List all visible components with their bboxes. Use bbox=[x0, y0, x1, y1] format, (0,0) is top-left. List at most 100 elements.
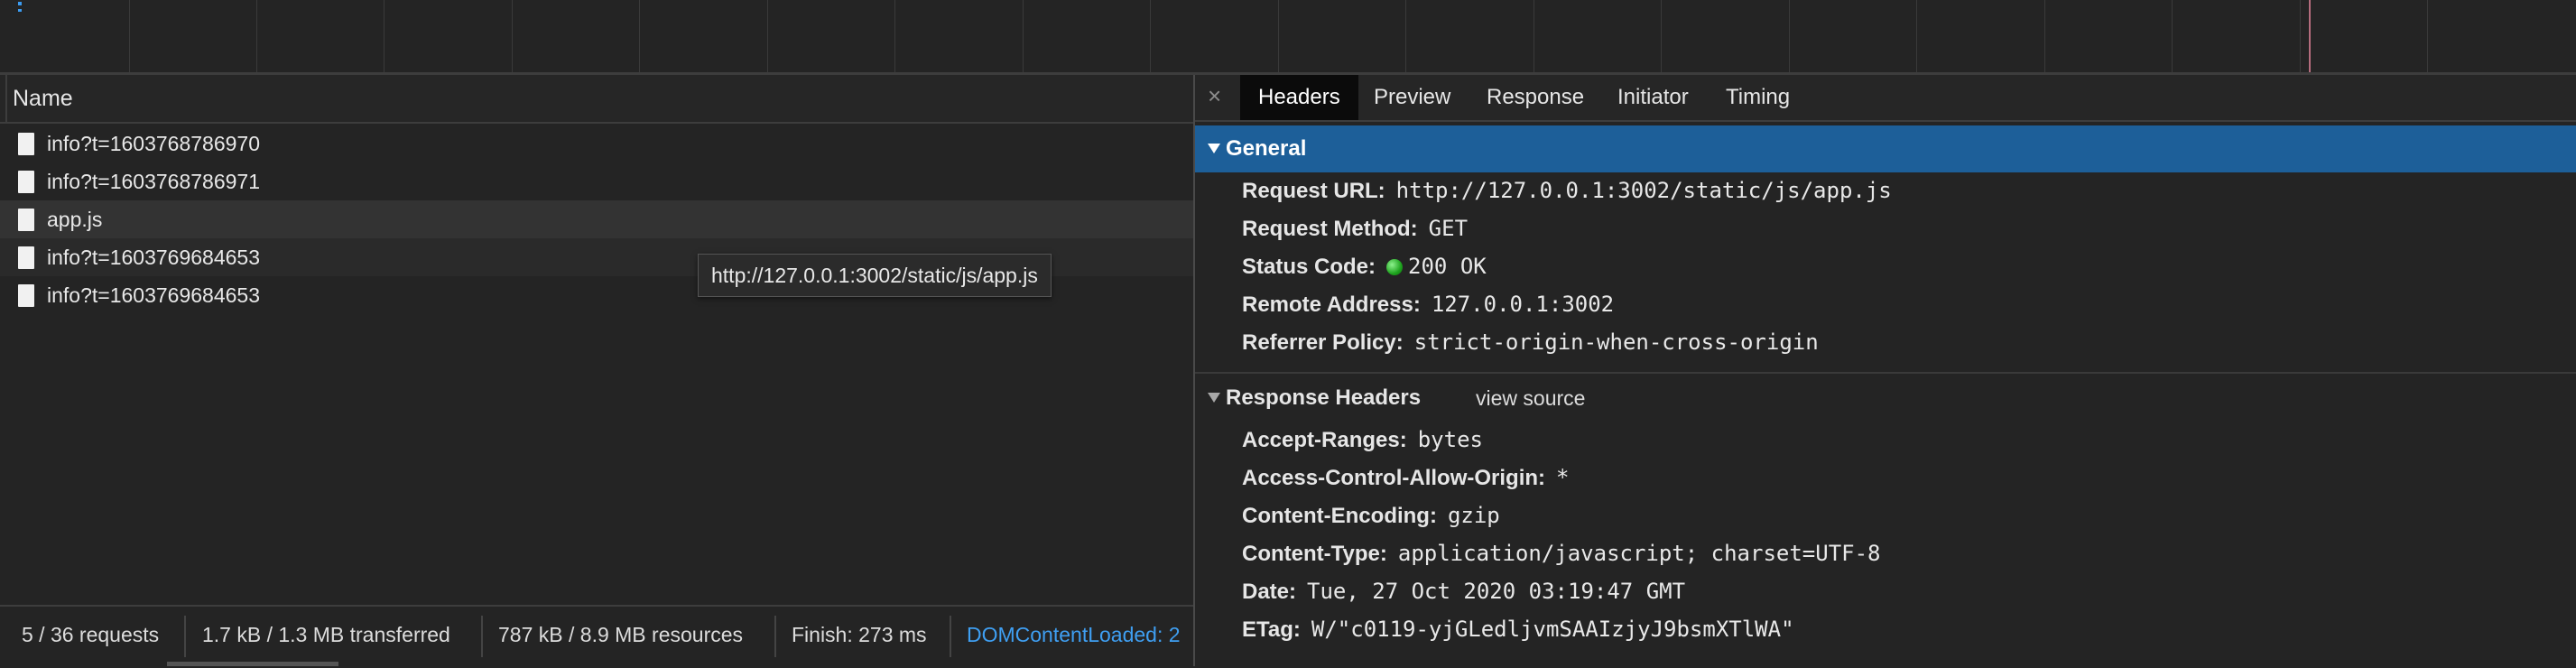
header-value: 127.0.0.1:3002 bbox=[1431, 292, 1615, 317]
header-value: application/javascript; charset=UTF-8 bbox=[1397, 541, 1881, 566]
tab-initiator[interactable]: Initiator bbox=[1617, 75, 1689, 120]
response-header-row: Content-Type: application/javascript; cha… bbox=[1242, 541, 1881, 577]
close-icon[interactable]: × bbox=[1208, 82, 1221, 110]
status-separator bbox=[774, 616, 776, 657]
header-key: Accept-Ranges: bbox=[1242, 428, 1407, 452]
request-name: info?t=1603768786971 bbox=[47, 170, 260, 193]
timeline-gridline bbox=[894, 0, 895, 72]
network-overview-timeline[interactable] bbox=[0, 0, 2576, 75]
section-divider bbox=[1195, 372, 2576, 374]
timeline-gridline bbox=[1023, 0, 1024, 72]
resources-size: 787 kB / 8.9 MB resources bbox=[498, 623, 744, 646]
header-key: Date: bbox=[1242, 580, 1297, 604]
tab-headers[interactable]: Headers bbox=[1240, 75, 1358, 120]
header-value: http://127.0.0.1:3002/static/js/app.js bbox=[1395, 178, 1892, 203]
timeline-gridline bbox=[2172, 0, 2173, 72]
header-key: Request Method: bbox=[1242, 217, 1418, 241]
timeline-gridline bbox=[2427, 0, 2428, 72]
timeline-gridline bbox=[767, 0, 768, 72]
transferred-size: 1.7 kB / 1.3 MB transferred bbox=[202, 623, 450, 646]
document-icon bbox=[18, 133, 34, 155]
timeline-gridline bbox=[256, 0, 257, 72]
document-icon bbox=[18, 246, 34, 269]
load-event-marker bbox=[2309, 0, 2311, 72]
header-row-referrer-policy: Referrer Policy: strict-origin-when-cross… bbox=[1242, 329, 1819, 366]
timeline-mark bbox=[18, 2, 22, 5]
timeline-gridline bbox=[639, 0, 640, 72]
header-key: Access-Control-Allow-Origin: bbox=[1242, 466, 1546, 490]
name-column-label: Name bbox=[13, 86, 73, 111]
name-column-header[interactable]: Name bbox=[0, 75, 1193, 124]
document-icon bbox=[18, 171, 34, 193]
request-row[interactable]: info?t=1603768786970 bbox=[0, 125, 1193, 162]
header-value: bytes bbox=[1417, 427, 1483, 452]
timeline-gridline bbox=[1150, 0, 1151, 72]
response-header-row: Access-Control-Allow-Origin: * bbox=[1242, 465, 1569, 501]
tab-preview[interactable]: Preview bbox=[1374, 75, 1450, 120]
request-count: 5 / 36 requests bbox=[22, 623, 160, 646]
timeline-gridline bbox=[2044, 0, 2045, 72]
triangle-down-icon bbox=[1208, 144, 1220, 153]
response-headers-section-header[interactable]: Response Headers view source bbox=[1195, 375, 2576, 422]
response-header-row: Accept-Ranges: bytes bbox=[1242, 427, 1483, 463]
request-name: info?t=1603768786970 bbox=[47, 132, 260, 155]
header-value: 200 OK bbox=[1408, 254, 1487, 279]
status-bar: 5 / 36 requests 1.7 kB / 1.3 MB transfer… bbox=[0, 605, 1193, 668]
timeline-gridline bbox=[2300, 0, 2301, 72]
document-icon bbox=[18, 209, 34, 231]
header-value: GET bbox=[1428, 216, 1469, 241]
response-header-row: ETag: W/"c0119-yjGLedljvmSAAIzjyJ9bsmXTlW… bbox=[1242, 617, 1794, 653]
tab-response[interactable]: Response bbox=[1487, 75, 1584, 120]
horizontal-scrollbar[interactable] bbox=[167, 662, 338, 666]
header-value: gzip bbox=[1447, 503, 1500, 528]
tab-timing[interactable]: Timing bbox=[1726, 75, 1790, 120]
request-row-selected[interactable]: app.js bbox=[0, 200, 1193, 238]
request-name: info?t=1603769684653 bbox=[47, 246, 260, 269]
header-row-request-url: Request URL: http://127.0.0.1:3002/static… bbox=[1242, 178, 1892, 214]
document-icon bbox=[18, 284, 34, 307]
header-key: ETag: bbox=[1242, 617, 1301, 642]
column-border bbox=[5, 75, 7, 122]
timeline-gridline bbox=[129, 0, 130, 72]
timeline-mark bbox=[18, 9, 22, 12]
header-key: Referrer Policy: bbox=[1242, 330, 1404, 355]
general-title: General bbox=[1226, 136, 1307, 161]
header-key: Content-Encoding: bbox=[1242, 504, 1437, 528]
details-tabbar: × Headers Preview Response Initiator Tim… bbox=[1195, 75, 2576, 122]
timeline-gridline bbox=[384, 0, 385, 72]
response-headers-title: Response Headers bbox=[1226, 385, 1422, 410]
timeline-gridline bbox=[1661, 0, 1662, 72]
header-row-request-method: Request Method: GET bbox=[1242, 216, 1468, 252]
finish-time: Finish: 273 ms bbox=[792, 623, 927, 646]
timeline-gridline bbox=[512, 0, 513, 72]
request-details-panel: × Headers Preview Response Initiator Tim… bbox=[1195, 75, 2576, 666]
timeline-gridline bbox=[1405, 0, 1406, 72]
request-name: info?t=1603769684653 bbox=[47, 283, 260, 307]
header-key: Remote Address: bbox=[1242, 292, 1421, 317]
url-tooltip: http://127.0.0.1:3002/static/js/app.js bbox=[698, 254, 1052, 297]
header-key: Content-Type: bbox=[1242, 542, 1387, 566]
request-row[interactable]: info?t=1603768786971 bbox=[0, 162, 1193, 200]
header-value: strict-origin-when-cross-origin bbox=[1413, 329, 1819, 355]
dom-content-loaded: DOMContentLoaded: 2 bbox=[967, 623, 1181, 646]
header-row-status-code: Status Code: 200 OK bbox=[1242, 254, 1487, 290]
timeline-gridline bbox=[1916, 0, 1917, 72]
header-row-remote-address: Remote Address: 127.0.0.1:3002 bbox=[1242, 292, 1614, 328]
status-separator bbox=[184, 616, 186, 657]
triangle-down-icon bbox=[1208, 393, 1220, 403]
status-separator bbox=[481, 616, 483, 657]
status-ok-icon bbox=[1386, 259, 1404, 275]
general-section-header[interactable]: General bbox=[1195, 125, 2576, 172]
timeline-gridline bbox=[1278, 0, 1279, 72]
header-value: W/"c0119-yjGLedljvmSAAIzjyJ9bsmXTlWA" bbox=[1311, 617, 1794, 642]
header-value: * bbox=[1556, 465, 1570, 490]
response-header-row: Content-Encoding: gzip bbox=[1242, 503, 1500, 539]
request-list-panel: Name info?t=1603768786970 info?t=1603768… bbox=[0, 75, 1195, 668]
header-value: Tue, 27 Oct 2020 03:19:47 GMT bbox=[1307, 579, 1686, 604]
view-source-link[interactable]: view source bbox=[1476, 386, 1585, 411]
status-separator bbox=[950, 616, 951, 657]
request-name: app.js bbox=[47, 208, 103, 231]
timeline-gridline bbox=[1789, 0, 1790, 72]
header-key: Request URL: bbox=[1242, 179, 1385, 203]
response-header-row: Date: Tue, 27 Oct 2020 03:19:47 GMT bbox=[1242, 579, 1685, 615]
